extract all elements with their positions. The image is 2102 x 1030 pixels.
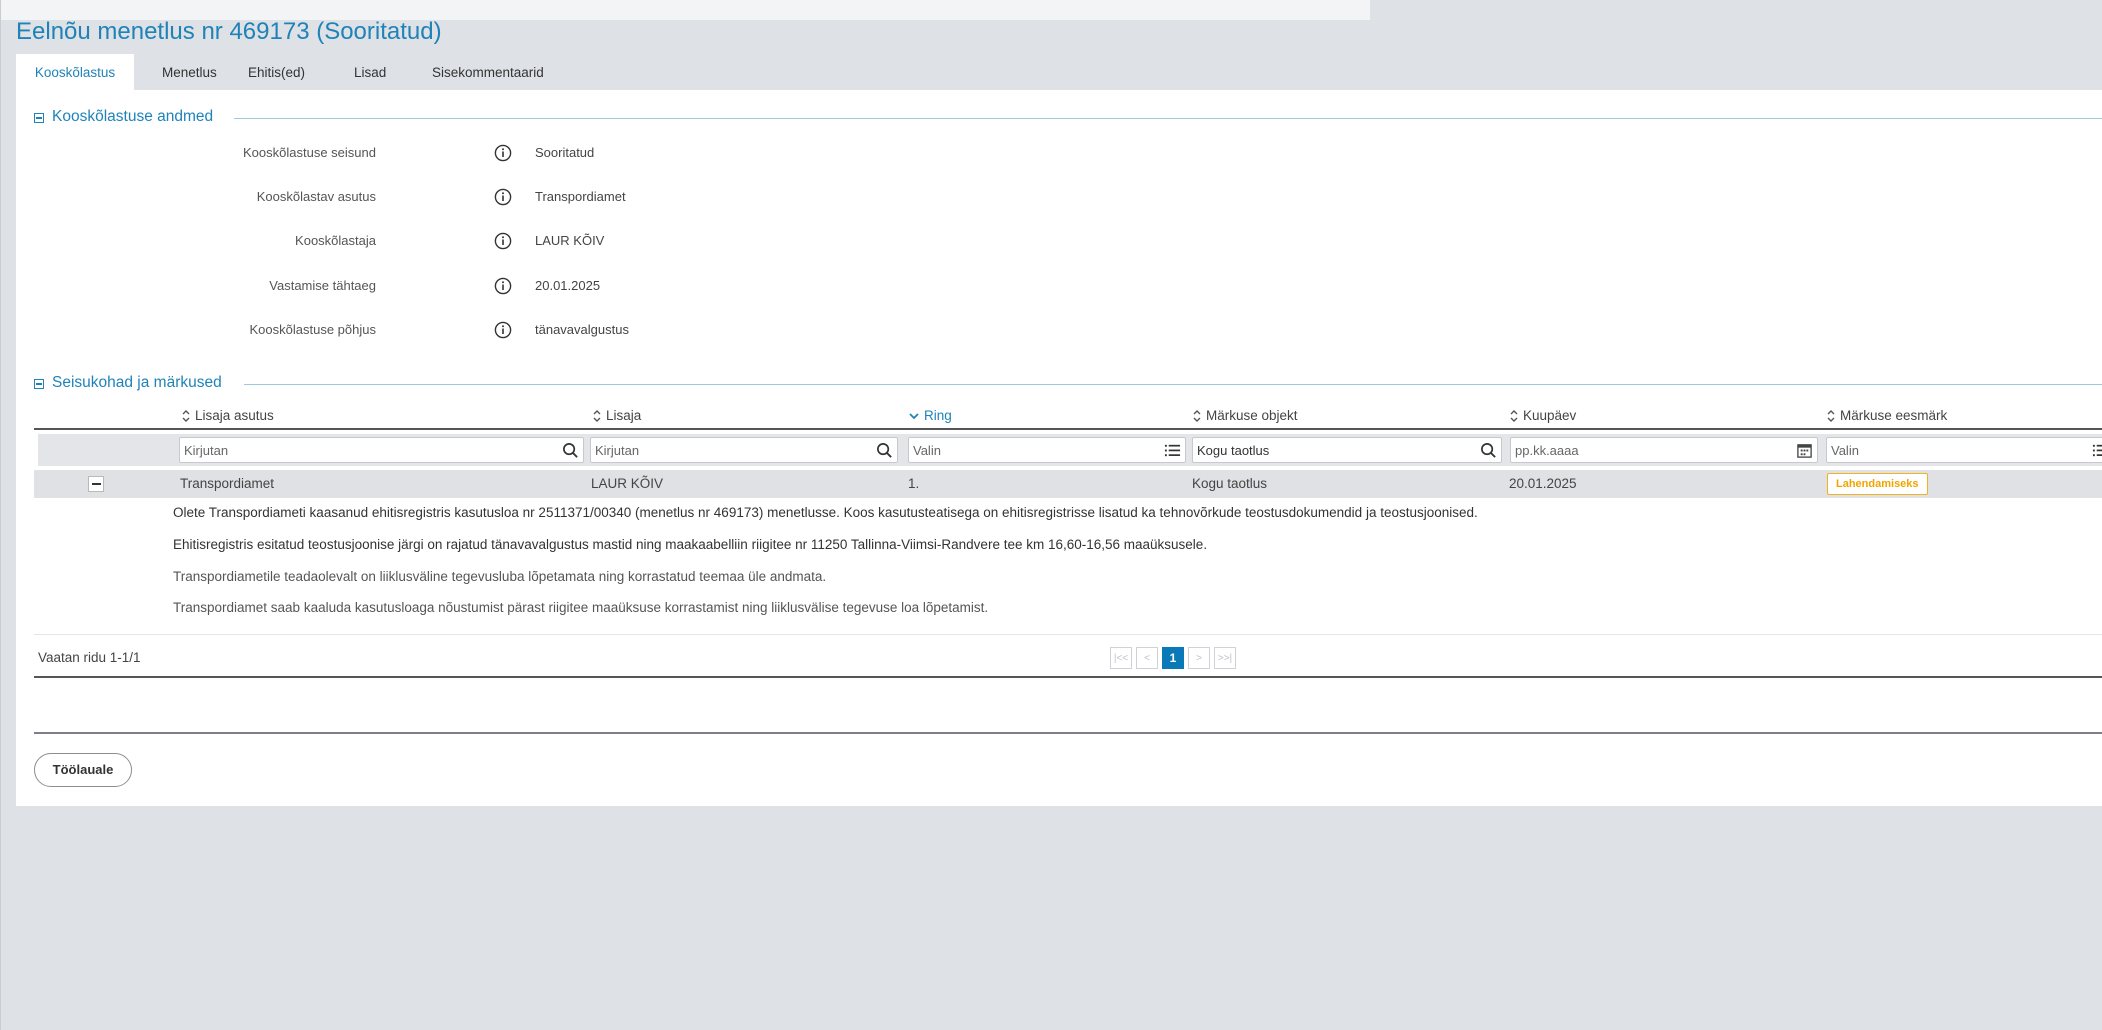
info-icon[interactable] (494, 321, 512, 339)
section-divider (234, 118, 2102, 119)
info-icon[interactable] (494, 232, 512, 250)
cell-asutus: Transpordiamet (180, 476, 275, 491)
field-value: Sooritatud (535, 145, 595, 160)
filter-input-eesmark[interactable] (1827, 438, 2102, 462)
table-header: Lisaja asutus Lisaja Ring Märkuse objekt… (34, 404, 2102, 430)
field-pohjus: Kooskõlastuse põhjus tänavavalgustus (16, 319, 1016, 341)
filter-kuupaev (1510, 437, 1818, 463)
cell-kuupaev: 20.01.2025 (1509, 476, 1577, 491)
section-divider (244, 384, 2102, 385)
filter-input-objekt[interactable] (1193, 438, 1501, 462)
filter-input-lisaja[interactable] (591, 438, 897, 462)
field-label: Vastamise tähtaeg (269, 278, 376, 293)
filter-row (38, 434, 2102, 466)
status-badge: Lahendamiseks (1827, 473, 1928, 495)
section-kooskolastuse-andmed: Kooskõlastuse andmed (34, 108, 2102, 128)
field-value: Transpordiamet (535, 189, 626, 204)
table-row[interactable]: Transpordiamet LAUR KÕIV 1. Kogu taotlus… (34, 470, 2102, 498)
list-icon[interactable] (2092, 442, 2102, 459)
filter-lisaja-asutus (179, 437, 584, 463)
sort-icon (1510, 409, 1518, 422)
field-kooskolastaja: Kooskõlastaja LAUR KÕIV (16, 230, 1016, 252)
search-icon[interactable] (1480, 442, 1497, 459)
column-header-kuupaev[interactable]: Kuupäev (1509, 408, 1576, 423)
column-header-markuse-objekt[interactable]: Märkuse objekt (1192, 408, 1298, 423)
column-header-lisaja-asutus[interactable]: Lisaja asutus (181, 408, 274, 423)
info-icon[interactable] (494, 277, 512, 295)
filter-markuse-objekt (1192, 437, 1502, 463)
table-bottom-rule (34, 676, 2102, 678)
search-icon[interactable] (876, 442, 893, 459)
last-page-button[interactable]: >>| (1214, 647, 1236, 669)
cell-lisaja: LAUR KÕIV (591, 476, 664, 491)
tab-menetlus[interactable]: Menetlus (142, 54, 228, 90)
column-header-markuse-eesmark[interactable]: Märkuse eesmärk (1826, 408, 1947, 423)
info-icon[interactable] (494, 188, 512, 206)
detail-text: Transpordiametile teadaolevalt on liiklu… (173, 569, 827, 584)
pagination: |<< < 1 > >>| (1110, 647, 1236, 669)
section-collapse-toggle[interactable] (34, 379, 44, 389)
left-edge-rule (0, 0, 1, 1030)
column-header-ring[interactable]: Ring (908, 408, 952, 423)
section-seisukohad: Seisukohad ja märkused (34, 374, 2102, 394)
first-page-button[interactable]: |<< (1110, 647, 1132, 669)
sort-icon (1193, 409, 1201, 422)
cell-objekt: Kogu taotlus (1192, 476, 1268, 491)
section-collapse-toggle[interactable] (34, 113, 44, 123)
filter-input-kuupaev[interactable] (1511, 438, 1817, 462)
cell-ring: 1. (908, 476, 920, 491)
field-value: 20.01.2025 (535, 278, 601, 293)
sort-icon (593, 409, 601, 422)
row-count: Vaatan ridu 1-1/1 (38, 650, 141, 665)
filter-ring (908, 437, 1186, 463)
back-to-dashboard-button[interactable]: Töölauale (34, 753, 132, 787)
field-label: Kooskõlastav asutus (256, 189, 376, 204)
row-collapse-button[interactable] (88, 476, 104, 492)
sort-icon (1827, 409, 1835, 422)
detail-text: Ehitisregistris esitatud teostusjoonise … (173, 537, 1208, 552)
top-bar-highlight (0, 0, 1370, 20)
page-title: Eelnõu menetlus nr 469173 (Sooritatud) (16, 18, 442, 45)
info-icon[interactable] (494, 144, 512, 162)
column-header-lisaja[interactable]: Lisaja (592, 408, 641, 423)
section-title: Kooskõlastuse andmed (52, 108, 214, 125)
sort-icon (182, 409, 190, 422)
field-label: Kooskõlastuse põhjus (249, 322, 376, 337)
section-title: Seisukohad ja märkused (52, 374, 222, 391)
tab-kooskolastus[interactable]: Kooskõlastus (16, 54, 134, 90)
filter-markuse-eesmark (1826, 437, 2102, 463)
tab-ehitised[interactable]: Ehitis(ed) (228, 54, 334, 90)
field-seisund: Kooskõlastuse seisund Sooritatud (16, 142, 1016, 164)
detail-text: Transpordiamet saab kaaluda kasutusloaga… (173, 600, 989, 615)
field-tahtaeg: Vastamise tähtaeg 20.01.2025 (16, 275, 1016, 297)
prev-page-button[interactable]: < (1136, 647, 1158, 669)
field-value: tänavavalgustus (535, 322, 629, 337)
next-page-button[interactable]: > (1188, 647, 1210, 669)
table-footer-divider (34, 634, 2102, 635)
current-page-button[interactable]: 1 (1162, 647, 1184, 669)
field-label: Kooskõlastuse seisund (243, 145, 376, 160)
calendar-icon[interactable] (1796, 442, 1813, 459)
content-panel: Kooskõlastuse andmed Kooskõlastuse seisu… (16, 90, 2102, 806)
filter-lisaja (590, 437, 898, 463)
filter-input-asutus[interactable] (180, 438, 583, 462)
field-label: Kooskõlastaja (295, 233, 376, 248)
footer-rule (34, 732, 2102, 734)
field-asutus: Kooskõlastav asutus Transpordiamet (16, 186, 1016, 208)
tab-sisekommentaarid[interactable]: Sisekommentaarid (412, 54, 564, 90)
search-icon[interactable] (562, 442, 579, 459)
tab-lisad[interactable]: Lisad (334, 54, 412, 90)
filter-input-ring[interactable] (909, 438, 1185, 462)
sort-descending-icon (909, 412, 919, 419)
field-value: LAUR KÕIV (535, 233, 605, 248)
detail-text: Olete Transpordiameti kaasanud ehitisreg… (173, 505, 1478, 520)
list-icon[interactable] (1164, 442, 1181, 459)
tab-bar: Kooskõlastus Menetlus Ehitis(ed) Lisad S… (16, 54, 564, 90)
